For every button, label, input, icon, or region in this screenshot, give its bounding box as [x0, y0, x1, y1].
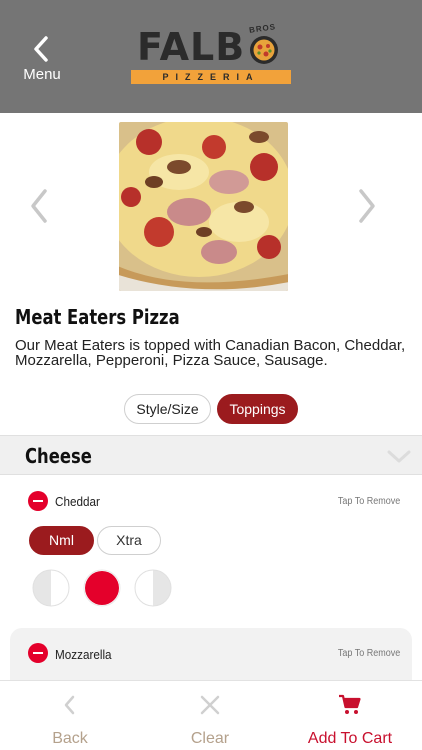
right-half-icon[interactable]: [134, 569, 172, 607]
logo-subtitle: PIZZERIA: [131, 70, 291, 84]
next-item-icon[interactable]: [356, 188, 378, 224]
remove-cheddar-icon[interactable]: [28, 491, 48, 511]
section-title: Cheese: [25, 444, 92, 468]
tab-toppings[interactable]: Toppings: [217, 394, 298, 424]
topping-name-mozzarella: Mozzarella: [55, 647, 112, 662]
menu-button[interactable]: Menu: [14, 30, 70, 90]
app-header: Menu FALB BROS PIZZERIA: [0, 0, 422, 113]
chevron-down-icon: [387, 450, 411, 463]
bottom-toolbar: Back Clear Add To Cart: [0, 680, 422, 750]
tap-to-remove-mozzarella[interactable]: Tap To Remove: [338, 648, 400, 659]
clear-button[interactable]: Clear: [140, 681, 280, 750]
tab-style-size[interactable]: Style/Size: [124, 394, 211, 424]
amount-normal-button[interactable]: Nml: [29, 526, 94, 555]
pizza-photo: [119, 122, 288, 291]
product-description: Our Meat Eaters is topped with Canadian …: [15, 337, 406, 369]
menu-label: Menu: [23, 66, 61, 83]
whole-pizza-icon[interactable]: [83, 569, 121, 607]
add-to-cart-label: Add To Cart: [307, 730, 393, 747]
add-to-cart-button[interactable]: Add To Cart: [280, 681, 420, 750]
logo-word: FALB: [137, 25, 246, 69]
previous-item-icon[interactable]: [28, 188, 50, 224]
section-header-cheese[interactable]: Cheese: [0, 435, 422, 475]
product-image: [119, 122, 288, 291]
back-label: Back: [52, 730, 88, 747]
left-half-icon[interactable]: [32, 569, 70, 607]
product-title: Meat Eaters Pizza: [15, 305, 180, 329]
back-button[interactable]: Back: [0, 681, 140, 750]
pizza-logo-icon: [250, 36, 278, 64]
clear-label: Clear: [190, 730, 230, 747]
x-icon: [200, 695, 220, 715]
falbo-logo: FALB BROS PIZZERIA: [131, 22, 293, 88]
amount-extra-button[interactable]: Xtra: [97, 526, 161, 555]
topping-name-cheddar: Cheddar: [55, 494, 100, 509]
cart-icon: [339, 694, 361, 714]
remove-mozzarella-icon[interactable]: [28, 643, 48, 663]
tap-to-remove-cheddar[interactable]: Tap To Remove: [338, 496, 400, 507]
chevron-left-icon: [64, 695, 75, 715]
chevron-left-icon: [34, 36, 48, 62]
